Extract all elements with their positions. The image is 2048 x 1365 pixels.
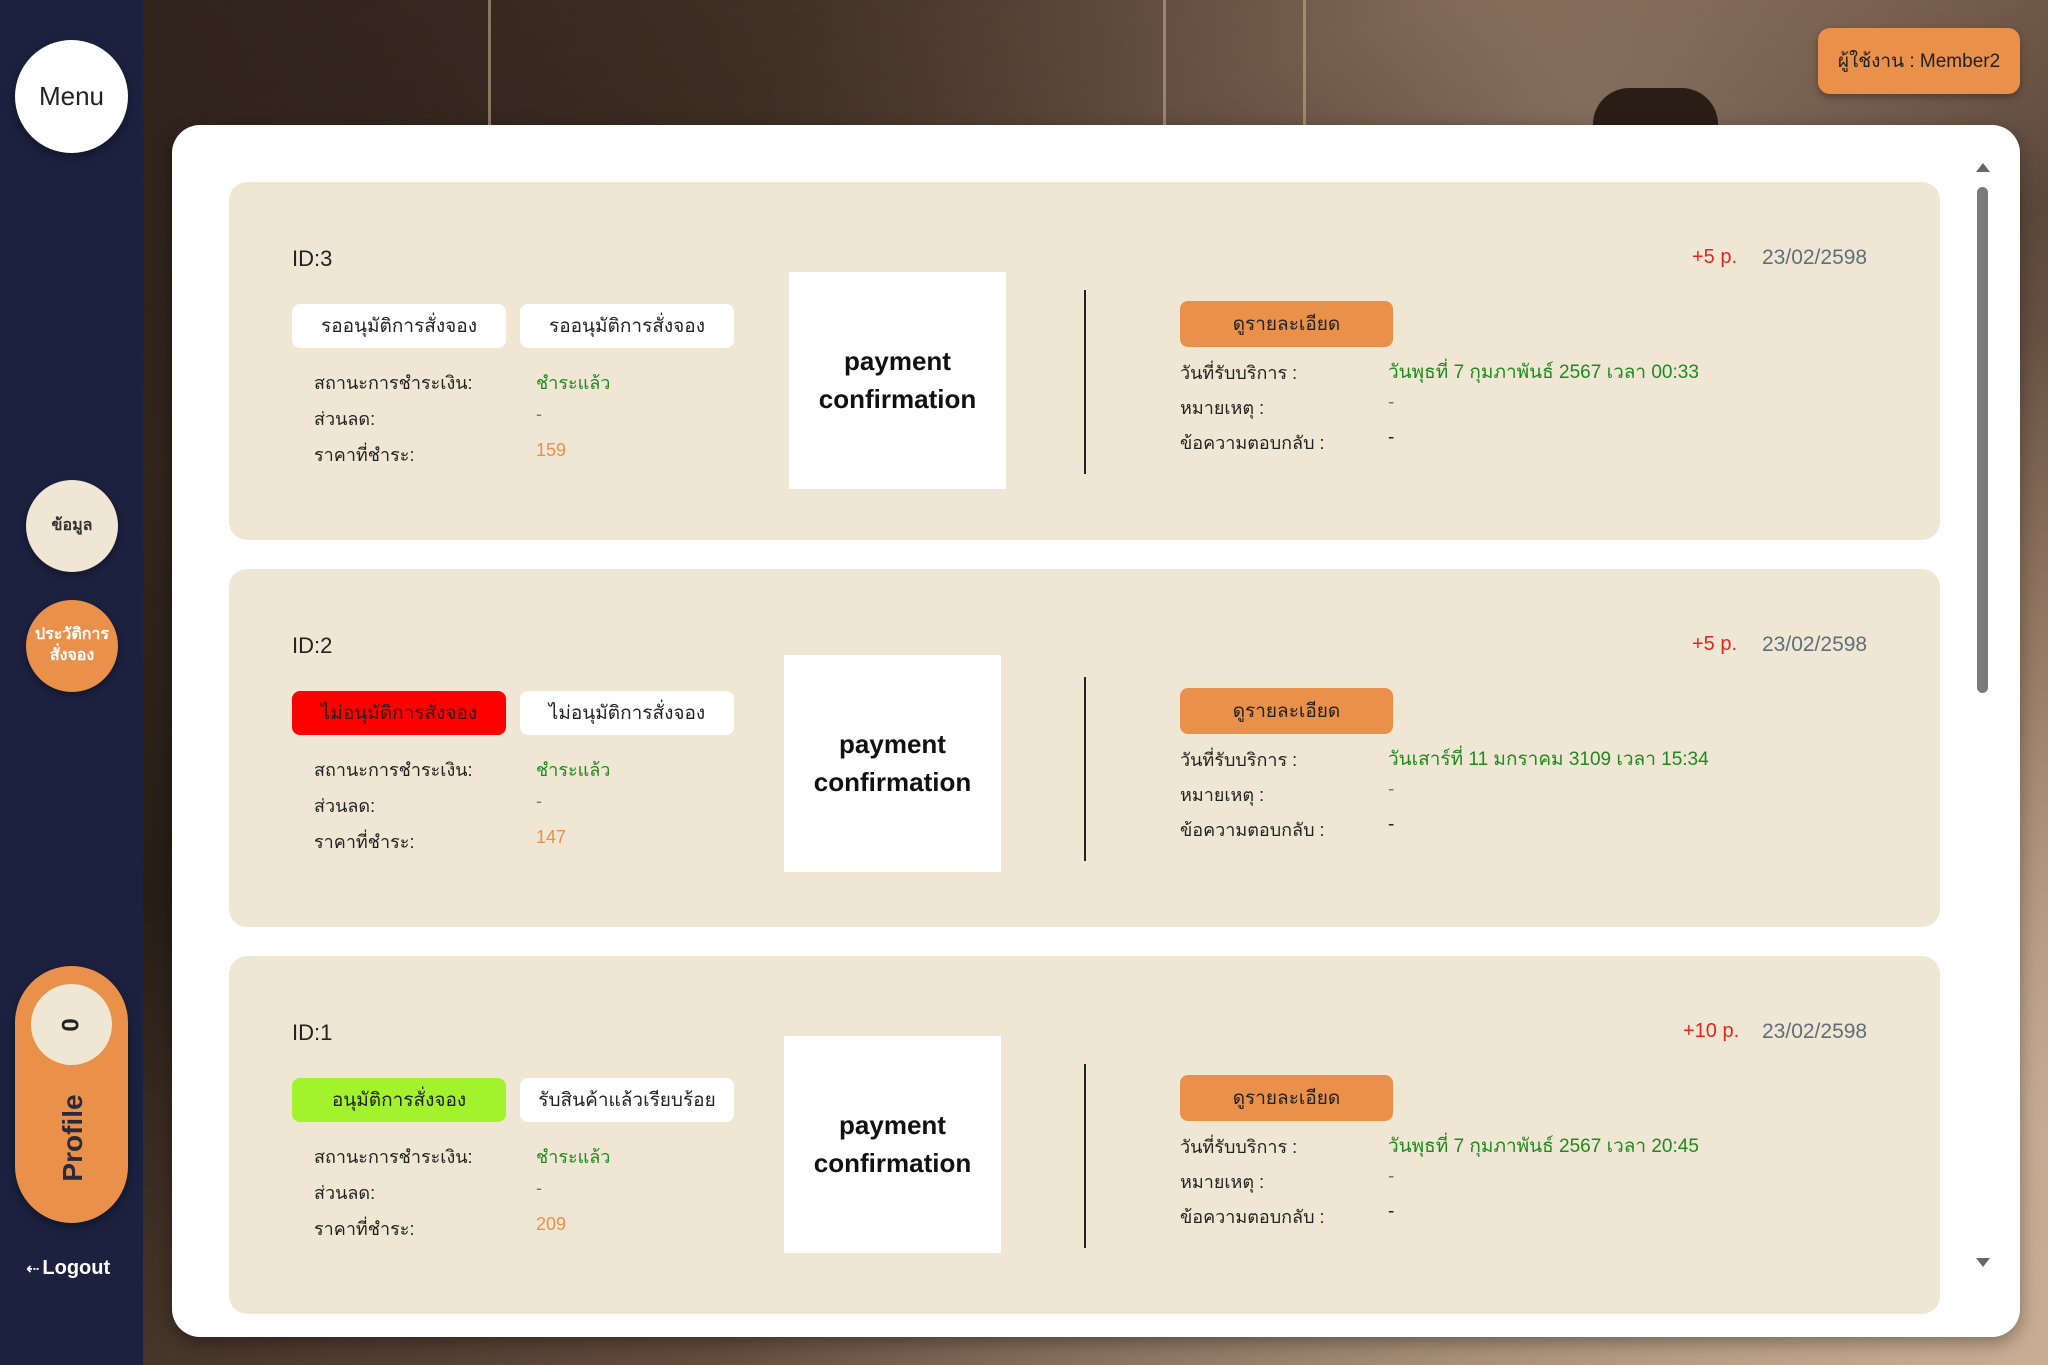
discount-label: ส่วนลด: xyxy=(314,409,376,429)
view-details-button[interactable]: ดูรายละเอียด xyxy=(1180,688,1393,734)
booking-history-panel: ID:3 +5 p. 23/02/2598 รออนุมัติการสั่งจอ… xyxy=(172,125,2020,1337)
note-label: หมายเหตุ : xyxy=(1180,1172,1265,1192)
note-value: - xyxy=(1388,392,1395,413)
order-id: ID:3 xyxy=(292,246,333,271)
background-lamp xyxy=(1593,88,1718,128)
reply-value: - xyxy=(1388,427,1395,448)
reply-value: - xyxy=(1388,814,1395,835)
view-details-button[interactable]: ดูรายละเอียด xyxy=(1180,1075,1393,1121)
discount-value: - xyxy=(536,404,542,424)
view-details-button[interactable]: ดูรายละเอียด xyxy=(1180,301,1393,347)
profile-count: 0 xyxy=(57,1017,85,1032)
profile-count-badge: 0 xyxy=(31,984,112,1065)
order-points: +10 p. xyxy=(1683,1020,1740,1042)
card-divider xyxy=(1084,677,1086,861)
service-date-label: วันที่รับบริการ : xyxy=(1180,750,1298,770)
reply-label: ข้อความตอบกลับ : xyxy=(1180,820,1325,840)
menu-button[interactable]: Menu xyxy=(15,40,128,153)
order-state-badge: รออนุมัติการสั่งจอง xyxy=(520,304,734,348)
service-date-label: วันที่รับบริการ : xyxy=(1180,363,1298,383)
background-rope xyxy=(1303,0,1306,130)
payment-confirmation-box[interactable]: payment confirmation xyxy=(784,1036,1001,1253)
note-value: - xyxy=(1388,1166,1395,1187)
card-divider xyxy=(1084,1064,1086,1248)
order-state-badge: ไม่อนุมัติการสั่งจอง xyxy=(520,691,734,735)
paid-price-value: 159 xyxy=(536,440,567,460)
paid-price-label: ราคาที่ชำระ: xyxy=(314,832,415,852)
order-state-badge: รับสินค้าแล้วเรียบร้อย xyxy=(520,1078,734,1122)
sidebar: Menu ข้อมูล ประวัติการสั่งจอง 0 Profile … xyxy=(0,0,143,1365)
payment-status-value: ชำระแล้ว xyxy=(536,1147,611,1167)
payment-confirmation-box[interactable]: payment confirmation xyxy=(784,655,1001,872)
order-id: ID:1 xyxy=(292,1020,333,1045)
paid-price-value: 209 xyxy=(536,1214,567,1234)
order-points: +5 p. xyxy=(1692,246,1738,268)
paid-price-value: 147 xyxy=(536,827,567,847)
sidebar-item-info[interactable]: ข้อมูล xyxy=(26,480,118,572)
order-points: +5 p. xyxy=(1692,633,1738,655)
order-id: ID:2 xyxy=(292,633,333,658)
order-card: ID:2 +5 p. 23/02/2598 ไม่อนุมัติการสั่งจ… xyxy=(229,569,1940,927)
background-rope xyxy=(1163,0,1166,130)
payment-confirmation-box[interactable]: payment confirmation xyxy=(789,272,1006,489)
paid-price-label: ราคาที่ชำระ: xyxy=(314,445,415,465)
order-date: 23/02/2598 xyxy=(1762,246,1868,269)
reply-label: ข้อความตอบกลับ : xyxy=(1180,1207,1325,1227)
logout-label: Logout xyxy=(42,1257,111,1279)
scrollbar-thumb[interactable] xyxy=(1977,187,1988,693)
order-card: ID:3 +5 p. 23/02/2598 รออนุมัติการสั่งจอ… xyxy=(229,182,1940,540)
service-date-value: วันเสาร์ที่ 11 มกราคม 3109 เวลา 15:34 xyxy=(1388,749,1709,770)
scroll-down-arrow[interactable] xyxy=(1976,1258,1990,1267)
payment-status-label: สถานะการชำระเงิน: xyxy=(314,373,473,393)
payment-status-value: ชำระแล้ว xyxy=(536,760,611,780)
reply-value: - xyxy=(1388,1201,1395,1222)
scroll-up-arrow[interactable] xyxy=(1976,163,1990,172)
logout-icon: ⇠ xyxy=(26,1260,40,1278)
approval-status-badge: อนุมัติการสั่งจอง xyxy=(292,1078,506,1122)
discount-value: - xyxy=(536,1178,542,1198)
paid-price-label: ราคาที่ชำระ: xyxy=(314,1219,415,1239)
order-date: 23/02/2598 xyxy=(1762,1020,1868,1043)
discount-label: ส่วนลด: xyxy=(314,1183,376,1203)
discount-label: ส่วนลด: xyxy=(314,796,376,816)
note-value: - xyxy=(1388,779,1395,800)
payment-status-label: สถานะการชำระเงิน: xyxy=(314,1147,473,1167)
background-rope xyxy=(488,0,491,130)
note-label: หมายเหตุ : xyxy=(1180,785,1265,805)
order-date: 23/02/2598 xyxy=(1762,633,1868,656)
service-date-value: วันพุธที่ 7 กุมภาพันธ์ 2567 เวลา 20:45 xyxy=(1388,1136,1699,1157)
payment-status-value: ชำระแล้ว xyxy=(536,373,611,393)
sidebar-item-booking-history[interactable]: ประวัติการสั่งจอง xyxy=(26,600,118,692)
card-divider xyxy=(1084,290,1086,474)
discount-value: - xyxy=(536,791,542,811)
user-badge[interactable]: ผู้ใช้งาน : Member2 xyxy=(1818,28,2020,94)
approval-status-badge: ไม่อนุมัติการสั่งจอง xyxy=(292,691,506,735)
payment-status-label: สถานะการชำระเงิน: xyxy=(314,760,473,780)
service-date-value: วันพุธที่ 7 กุมภาพันธ์ 2567 เวลา 00:33 xyxy=(1388,362,1699,383)
reply-label: ข้อความตอบกลับ : xyxy=(1180,433,1325,453)
order-card: ID:1 +10 p. 23/02/2598 อนุมัติการสั่งจอง… xyxy=(229,956,1940,1314)
approval-status-badge: รออนุมัติการสั่งจอง xyxy=(292,304,506,348)
service-date-label: วันที่รับบริการ : xyxy=(1180,1137,1298,1157)
profile-label: Profile xyxy=(57,1094,88,1182)
profile-button[interactable]: 0 Profile xyxy=(15,966,128,1223)
note-label: หมายเหตุ : xyxy=(1180,398,1265,418)
logout-button[interactable]: ⇠ Logout xyxy=(26,1257,110,1280)
